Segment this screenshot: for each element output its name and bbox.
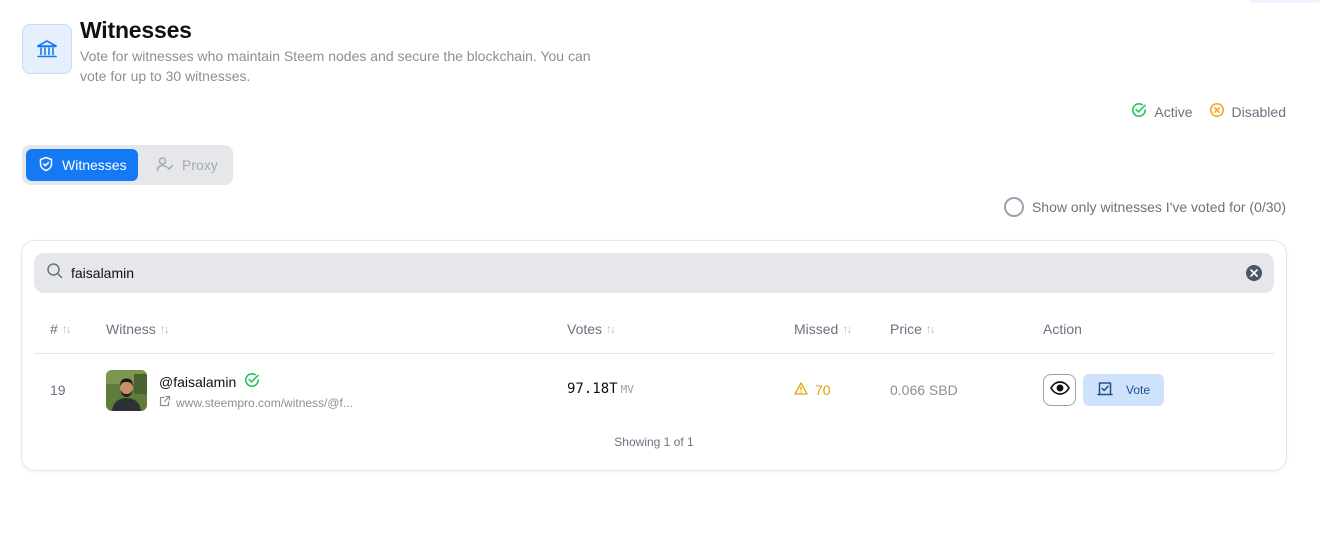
column-price[interactable]: Price ↑↓ xyxy=(890,321,936,337)
legend-disabled-label: Disabled xyxy=(1231,103,1286,120)
votes-amount: 97.18T xyxy=(567,381,618,397)
search-input[interactable] xyxy=(71,265,1246,281)
column-action: Action xyxy=(1043,321,1082,337)
user-check-icon xyxy=(156,156,174,175)
clear-search-button[interactable] xyxy=(1246,265,1262,281)
column-rank[interactable]: # ↑↓ xyxy=(50,321,72,337)
column-witness-label: Witness xyxy=(106,321,156,337)
legend-active: Active xyxy=(1131,102,1193,121)
check-circle-icon xyxy=(244,372,260,391)
missed-blocks: 70 xyxy=(794,382,831,398)
tab-bar: Witnesses Proxy xyxy=(22,145,233,185)
status-legend: Active Disabled xyxy=(1131,102,1286,121)
column-votes[interactable]: Votes ↑↓ xyxy=(567,321,616,337)
check-circle-icon xyxy=(1131,102,1147,121)
price-value: 0.066 SBD xyxy=(890,382,958,398)
column-rank-label: # xyxy=(50,321,58,337)
warning-icon xyxy=(794,382,808,398)
column-witness[interactable]: Witness ↑↓ xyxy=(106,321,170,337)
view-witness-button[interactable] xyxy=(1043,374,1076,406)
column-missed-label: Missed xyxy=(794,321,839,337)
votes-unit: MV xyxy=(620,383,634,396)
header-divider xyxy=(34,353,1274,354)
witness-table-card: #↑↓ Witness↑↓ Votes↑↓ Missed↑↓ Price↑↓ A… xyxy=(21,240,1287,471)
legend-disabled: Disabled xyxy=(1209,102,1286,121)
avatar[interactable] xyxy=(106,370,147,411)
legend-active-label: Active xyxy=(1154,103,1193,120)
sort-icon: ↑↓ xyxy=(159,322,170,336)
tab-witnesses-label: Witnesses xyxy=(62,157,127,173)
eye-icon xyxy=(1049,380,1070,400)
page-description: Vote for witnesses who maintain Steem no… xyxy=(80,48,591,84)
shield-icon xyxy=(38,156,54,175)
external-link-icon xyxy=(159,395,171,410)
sort-icon: ↑↓ xyxy=(925,322,936,336)
close-icon xyxy=(1250,269,1258,277)
witness-name-text: @faisalamin xyxy=(159,373,237,390)
top-corner-decoration xyxy=(1250,0,1320,3)
voted-filter-label: Show only witnesses I've voted for (0/30… xyxy=(1031,199,1286,215)
page-title: Witnesses xyxy=(80,17,192,43)
vote-button[interactable]: Vote xyxy=(1083,374,1164,406)
search-icon xyxy=(46,262,63,284)
column-action-label: Action xyxy=(1043,321,1082,337)
witness-name[interactable]: @faisalamin xyxy=(159,372,260,391)
x-circle-icon xyxy=(1209,102,1225,121)
voted-filter[interactable]: Show only witnesses I've voted for (0/30… xyxy=(1003,197,1286,217)
ballot-icon xyxy=(1097,381,1113,399)
sort-icon: ↑↓ xyxy=(606,322,616,336)
witness-url-text: www.steempro.com/witness/@f... xyxy=(176,395,353,410)
search-bar xyxy=(34,253,1274,293)
sort-icon: ↑↓ xyxy=(61,322,72,336)
row-rank: 19 xyxy=(50,382,66,398)
column-price-label: Price xyxy=(890,321,922,337)
tab-proxy-label: Proxy xyxy=(182,157,218,173)
sort-icon: ↑↓ xyxy=(842,322,852,336)
tab-proxy[interactable]: Proxy xyxy=(144,149,230,181)
tab-witnesses[interactable]: Witnesses xyxy=(26,149,138,181)
vote-button-label: Vote xyxy=(1125,383,1151,397)
column-missed[interactable]: Missed ↑↓ xyxy=(794,321,852,337)
missed-count: 70 xyxy=(815,382,831,398)
bank-icon xyxy=(22,24,72,74)
witness-url-link[interactable]: www.steempro.com/witness/@f... xyxy=(159,395,353,410)
voted-filter-checkbox[interactable] xyxy=(1003,197,1024,217)
pagination-status: Showing 1 of 1 xyxy=(614,435,694,449)
column-votes-label: Votes xyxy=(567,321,603,337)
votes-value: 97.18T MV xyxy=(567,381,634,397)
